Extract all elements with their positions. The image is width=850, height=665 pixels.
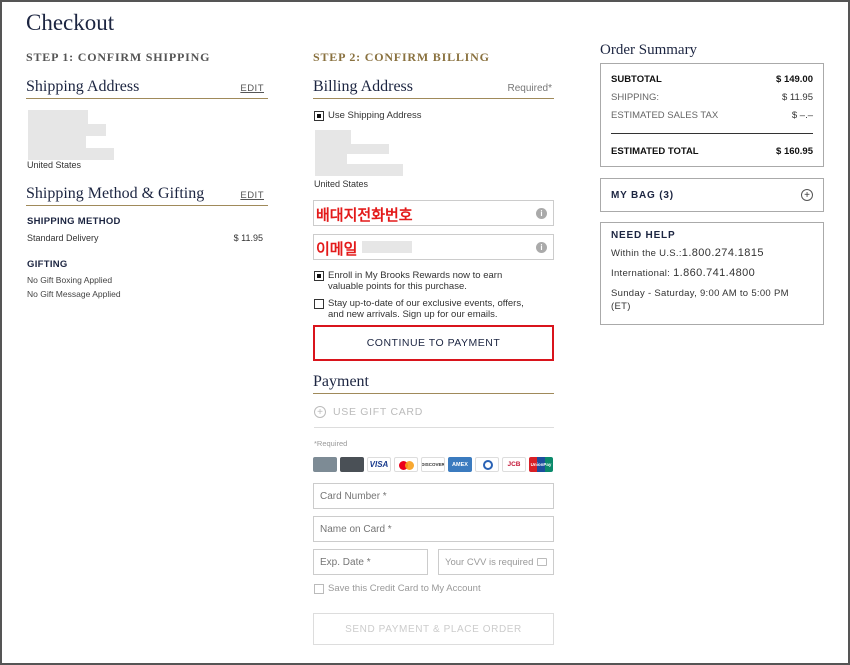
unionpay-icon: UnionPay [529,457,553,472]
total-row: ESTIMATED TOTAL $ 160.95 [611,142,813,160]
diners-icon [475,457,499,472]
total-divider: ESTIMATED TOTAL $ 160.95 [611,133,813,160]
rewards-line-1: Enroll in My Brooks Rewards now to earn [328,270,503,281]
gift-message-status: No Gift Message Applied [27,289,121,299]
us-phone-line: Within the U.S.:1.800.274.1815 [611,247,813,260]
hours-line-1: Sunday - Saturday, 9:00 AM to 5:00 PM [611,288,789,299]
exp-date-input[interactable] [313,549,428,575]
billing-country: United States [314,179,369,189]
email-updates-option[interactable]: Stay up-to-date of our exclusive events,… [314,298,524,320]
us-phone-number[interactable]: 1.800.274.1815 [682,247,764,259]
intl-phone-number[interactable]: 1.860.741.4800 [673,267,755,279]
payment-header: Payment [313,373,554,394]
phone-field[interactable]: 배대지전화번호 i [313,200,554,226]
shipping-value: $ 11.95 [782,91,813,103]
rewards-line-2: valuable points for this purchase. [328,281,467,292]
shipping-label: SHIPPING: [611,91,660,103]
order-summary-box: SUBTOTAL $ 149.00 SHIPPING: $ 11.95 ESTI… [600,63,824,167]
discover-icon: DISCOVER [421,457,445,472]
mastercard-icon [394,457,418,472]
step2-title: STEP 2: CONFIRM BILLING [313,50,490,64]
info-icon[interactable]: i [536,241,547,253]
total-value: $ 160.95 [776,145,813,157]
order-summary-column: Order Summary SUBTOTAL $ 149.00 SHIPPING… [600,42,824,325]
subtotal-label: SUBTOTAL [611,73,662,85]
card-logo-2-icon [340,457,364,472]
gifting-label: GIFTING [27,259,68,270]
subtotal-value: $ 149.00 [776,73,813,85]
shipping-method-price: $ 11.95 [233,233,263,243]
email-updates-label: Stay up-to-date of our exclusive events,… [328,298,524,320]
tax-label: ESTIMATED SALES TAX [611,109,719,121]
page-title: Checkout [26,10,115,35]
shipping-method-header: Shipping Method & Gifting EDIT [26,185,268,206]
place-order-button[interactable]: SEND PAYMENT & PLACE ORDER [313,613,554,645]
shipping-address-header: Shipping Address EDIT [26,78,268,99]
cvv-card-icon [537,558,547,566]
billing-address-header: Billing Address Required* [313,78,554,99]
plus-circle-icon: + [314,406,326,418]
tax-value: $ –.– [791,109,813,121]
card-logo-1-icon [313,457,337,472]
intl-phone-line: International: 1.860.741.4800 [611,267,813,280]
use-gift-card-label: USE GIFT CARD [333,406,423,418]
shipping-row: SHIPPING: $ 11.95 [611,88,813,106]
amex-icon: AMEX [448,457,472,472]
cvv-field[interactable]: Your CVV is required [438,549,554,575]
tax-row: ESTIMATED SALES TAX $ –.– [611,106,813,124]
my-bag-toggle[interactable]: MY BAG (3) + [600,178,824,212]
info-icon[interactable]: i [536,207,547,219]
required-label: *Required [314,439,348,448]
phone-field-overlay: 배대지전화번호 [316,207,413,224]
us-phone-label: Within the U.S.: [611,248,682,259]
edit-shipping-method-link[interactable]: EDIT [240,190,264,201]
order-summary-heading: Order Summary [600,42,698,58]
card-logos: VISA DISCOVER AMEX JCB UnionPay [313,457,553,472]
save-card-checkbox[interactable] [314,584,324,594]
email-updates-checkbox[interactable] [314,299,324,309]
card-number-input[interactable] [313,483,554,509]
cvv-placeholder: Your CVV is required [445,556,534,568]
use-shipping-label: Use Shipping Address [328,110,422,121]
shipping-method-heading: Shipping Method & Gifting [26,185,205,202]
redacted-email [362,241,412,253]
subtotal-row: SUBTOTAL $ 149.00 [611,70,813,88]
shipping-country: United States [27,160,82,170]
rewards-label: Enroll in My Brooks Rewards now to earn … [328,270,502,292]
updates-line-2: and new arrivals. Sign up for our emails… [328,309,498,320]
my-bag-label: MY BAG (3) [611,189,674,201]
rewards-option[interactable]: Enroll in My Brooks Rewards now to earn … [314,270,502,292]
visa-icon: VISA [367,457,391,472]
required-note: Required* [507,83,552,94]
shipping-method-value: Standard Delivery [27,233,99,243]
step2-column: STEP 2: CONFIRM BILLING Billing Address … [313,48,554,648]
intl-phone-label: International: [611,268,671,279]
use-shipping-address-option[interactable]: Use Shipping Address [314,110,421,121]
payment-heading: Payment [313,373,369,390]
billing-address-heading: Billing Address [313,78,414,95]
email-field[interactable]: 이메일 i [313,234,554,260]
jcb-icon: JCB [502,457,526,472]
need-help-heading: NEED HELP [611,230,676,241]
edit-shipping-address-link[interactable]: EDIT [240,83,264,94]
email-field-overlay: 이메일 [316,241,358,258]
hours-line-2: (ET) [611,301,631,312]
rewards-checkbox[interactable] [314,271,324,281]
gift-boxing-status: No Gift Boxing Applied [27,275,113,285]
continue-to-payment-button[interactable]: CONTINUE TO PAYMENT [313,325,554,361]
shipping-address-heading: Shipping Address [26,78,140,95]
shipping-method-label: SHIPPING METHOD [27,216,121,227]
use-gift-card-toggle[interactable]: + USE GIFT CARD [314,406,554,428]
step1-title: STEP 1: CONFIRM SHIPPING [26,50,211,64]
save-card-option[interactable]: Save this Credit Card to My Account [314,583,481,594]
save-card-label: Save this Credit Card to My Account [328,583,481,594]
plus-circle-icon[interactable]: + [801,189,813,201]
need-help-box: NEED HELP Within the U.S.:1.800.274.1815… [600,222,824,325]
name-on-card-input[interactable] [313,516,554,542]
use-shipping-checkbox[interactable] [314,111,324,121]
total-label: ESTIMATED TOTAL [611,145,699,157]
updates-line-1: Stay up-to-date of our exclusive events,… [328,298,524,309]
